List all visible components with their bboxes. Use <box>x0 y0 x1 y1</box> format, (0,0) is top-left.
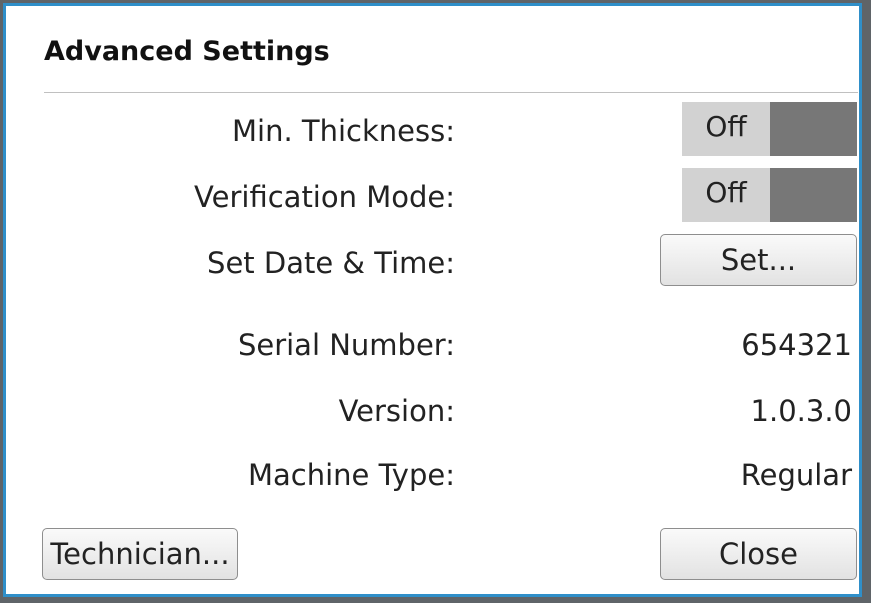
close-button[interactable]: Close <box>660 528 857 580</box>
verification-mode-toggle-knob <box>770 168 857 222</box>
set-date-time-label: Set Date & Time: <box>207 246 455 280</box>
verification-mode-label: Verification Mode: <box>194 180 455 214</box>
machine-type-label: Machine Type: <box>248 458 455 492</box>
min-thickness-label: Min. Thickness: <box>232 114 455 148</box>
serial-number-label: Serial Number: <box>237 328 455 362</box>
dialog-title: Advanced Settings <box>44 36 330 67</box>
serial-number-value: 654321 <box>741 328 852 362</box>
verification-mode-toggle-state: Off <box>682 168 770 222</box>
technician-button[interactable]: Technician... <box>42 528 238 580</box>
min-thickness-toggle-state: Off <box>682 102 770 156</box>
machine-type-value: Regular <box>740 458 852 492</box>
verification-mode-toggle[interactable]: Off <box>682 168 857 222</box>
min-thickness-toggle[interactable]: Off <box>682 102 857 156</box>
set-date-time-button[interactable]: Set... <box>660 234 857 286</box>
version-label: Version: <box>338 394 455 428</box>
title-divider <box>44 92 858 93</box>
min-thickness-toggle-knob <box>770 102 857 156</box>
advanced-settings-dialog: Advanced Settings Min. Thickness: Off Ve… <box>3 3 862 597</box>
version-value: 1.0.3.0 <box>750 394 852 428</box>
